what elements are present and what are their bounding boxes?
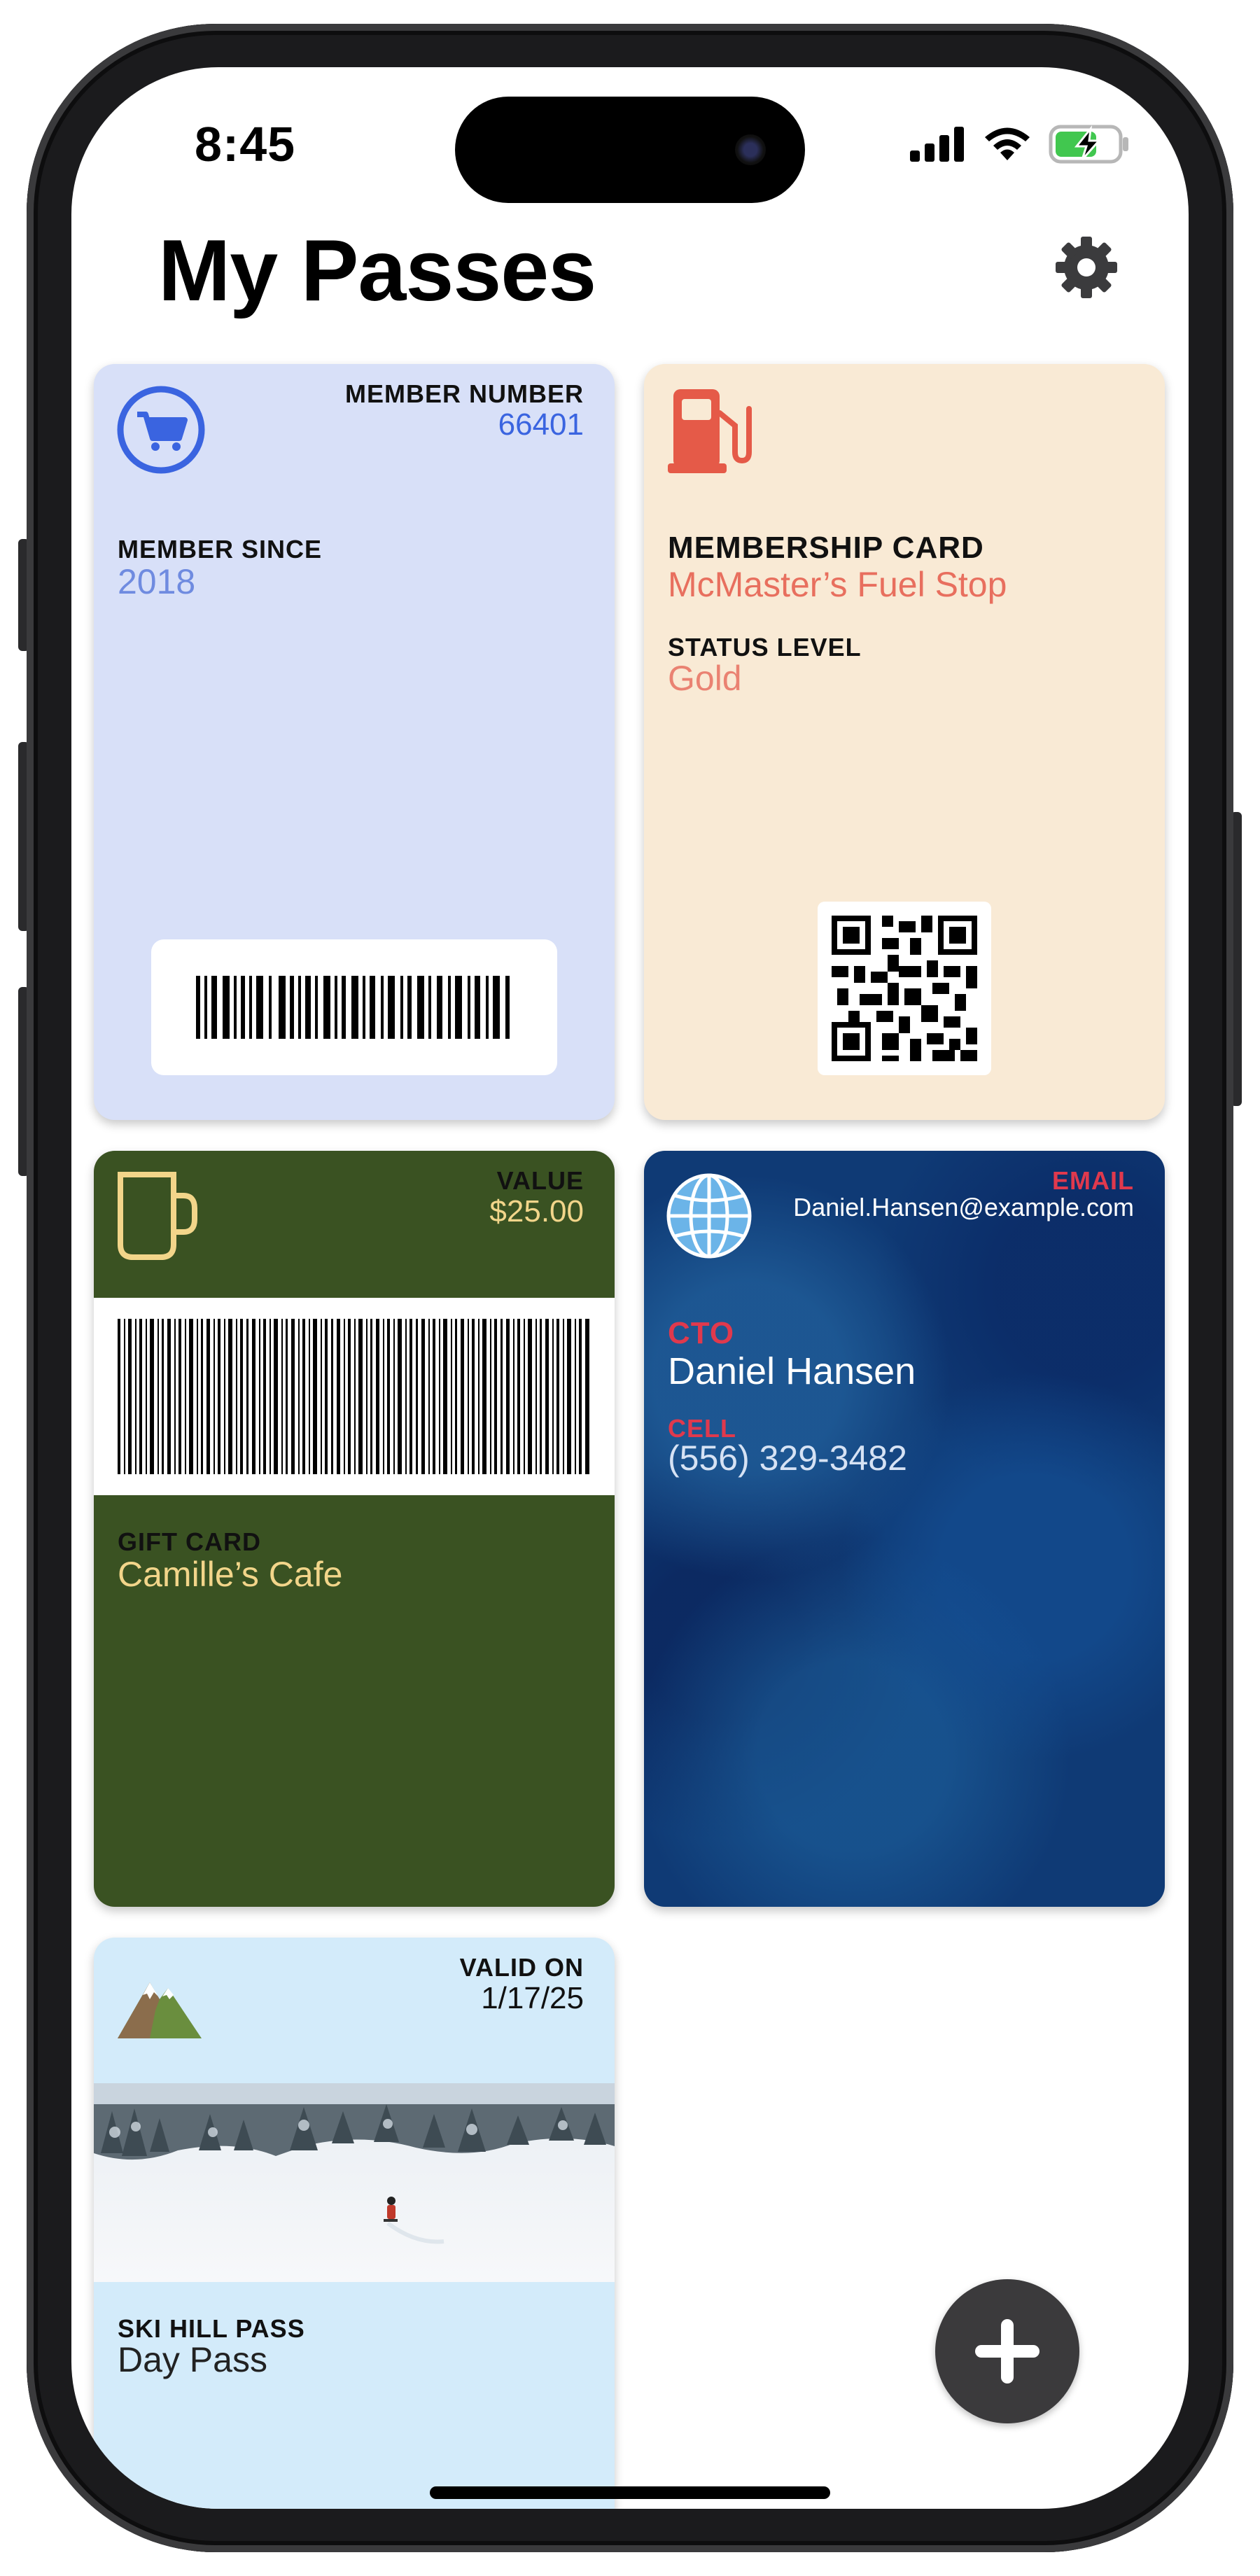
email-value: Daniel.Hansen@example.com <box>793 1193 1134 1222</box>
wifi-icon <box>985 127 1030 160</box>
mug-icon <box>118 1172 197 1260</box>
dynamic-island <box>455 97 805 203</box>
cafe-gift-card[interactable]: VALUE $25.00 GIFT CARD Camille’s Cafe <box>94 1151 615 1907</box>
screen: 8:45 My Passes MEMBER NUMBER 66401 MEMBE… <box>71 67 1189 2509</box>
contact-name: Daniel Hansen <box>668 1350 916 1392</box>
job-title-label: CTO <box>668 1316 735 1350</box>
cellular-signal-icon <box>910 127 964 162</box>
cafe-name: Camille’s Cafe <box>118 1555 343 1594</box>
member-number-label: MEMBER NUMBER <box>345 379 584 408</box>
status-level-value: Gold <box>668 659 742 698</box>
membership-card-label: MEMBERSHIP CARD <box>668 531 984 565</box>
cell-value: (556) 329-3482 <box>668 1438 907 1478</box>
valid-on-label: VALID ON <box>459 1953 584 1982</box>
gift-card-label: GIFT CARD <box>118 1527 261 1556</box>
mountain-icon <box>118 1982 202 2038</box>
barcode-panel <box>151 939 557 1075</box>
member-number-value: 66401 <box>498 407 584 442</box>
shopping-cart-icon <box>117 386 205 474</box>
barcode-strip <box>94 1298 615 1495</box>
pass-type-value: Day Pass <box>118 2340 267 2379</box>
ski-pass-card[interactable]: VALID ON 1/17/25 SKI HILL PASS Day Pass <box>94 1938 615 2509</box>
gear-icon[interactable] <box>1051 232 1121 302</box>
member-since-label: MEMBER SINCE <box>118 535 323 564</box>
status-time: 8:45 <box>195 117 296 172</box>
globe-icon <box>666 1173 752 1259</box>
gift-card-value: $25.00 <box>489 1194 584 1228</box>
grocery-member-card[interactable]: MEMBER NUMBER 66401 MEMBER SINCE 2018 <box>94 364 615 1120</box>
camera-icon <box>735 134 766 165</box>
contact-card[interactable]: EMAIL Daniel.Hansen@example.com CTO Dani… <box>644 1151 1165 1907</box>
home-indicator[interactable] <box>430 2486 830 2499</box>
fuel-pump-icon <box>668 389 752 473</box>
barcode-icon <box>118 1319 589 1474</box>
add-pass-button[interactable] <box>935 2279 1079 2423</box>
value-label: VALUE <box>496 1166 584 1195</box>
valid-on-date: 1/17/25 <box>481 1981 584 2015</box>
page-title: My Passes <box>158 223 596 319</box>
member-since-value: 2018 <box>118 562 196 601</box>
battery-icon <box>1049 125 1128 164</box>
barcode-icon <box>196 976 510 1039</box>
status-icons <box>910 125 1130 164</box>
plus-icon <box>975 2319 1040 2384</box>
qr-code-icon <box>832 916 977 1061</box>
email-label: EMAIL <box>1052 1166 1134 1195</box>
qr-panel <box>818 902 991 1075</box>
fuel-membership-card[interactable]: MEMBERSHIP CARD McMaster’s Fuel Stop STA… <box>644 364 1165 1120</box>
fuel-station-name: McMaster’s Fuel Stop <box>668 565 1007 604</box>
ski-slope-photo <box>94 2083 615 2282</box>
